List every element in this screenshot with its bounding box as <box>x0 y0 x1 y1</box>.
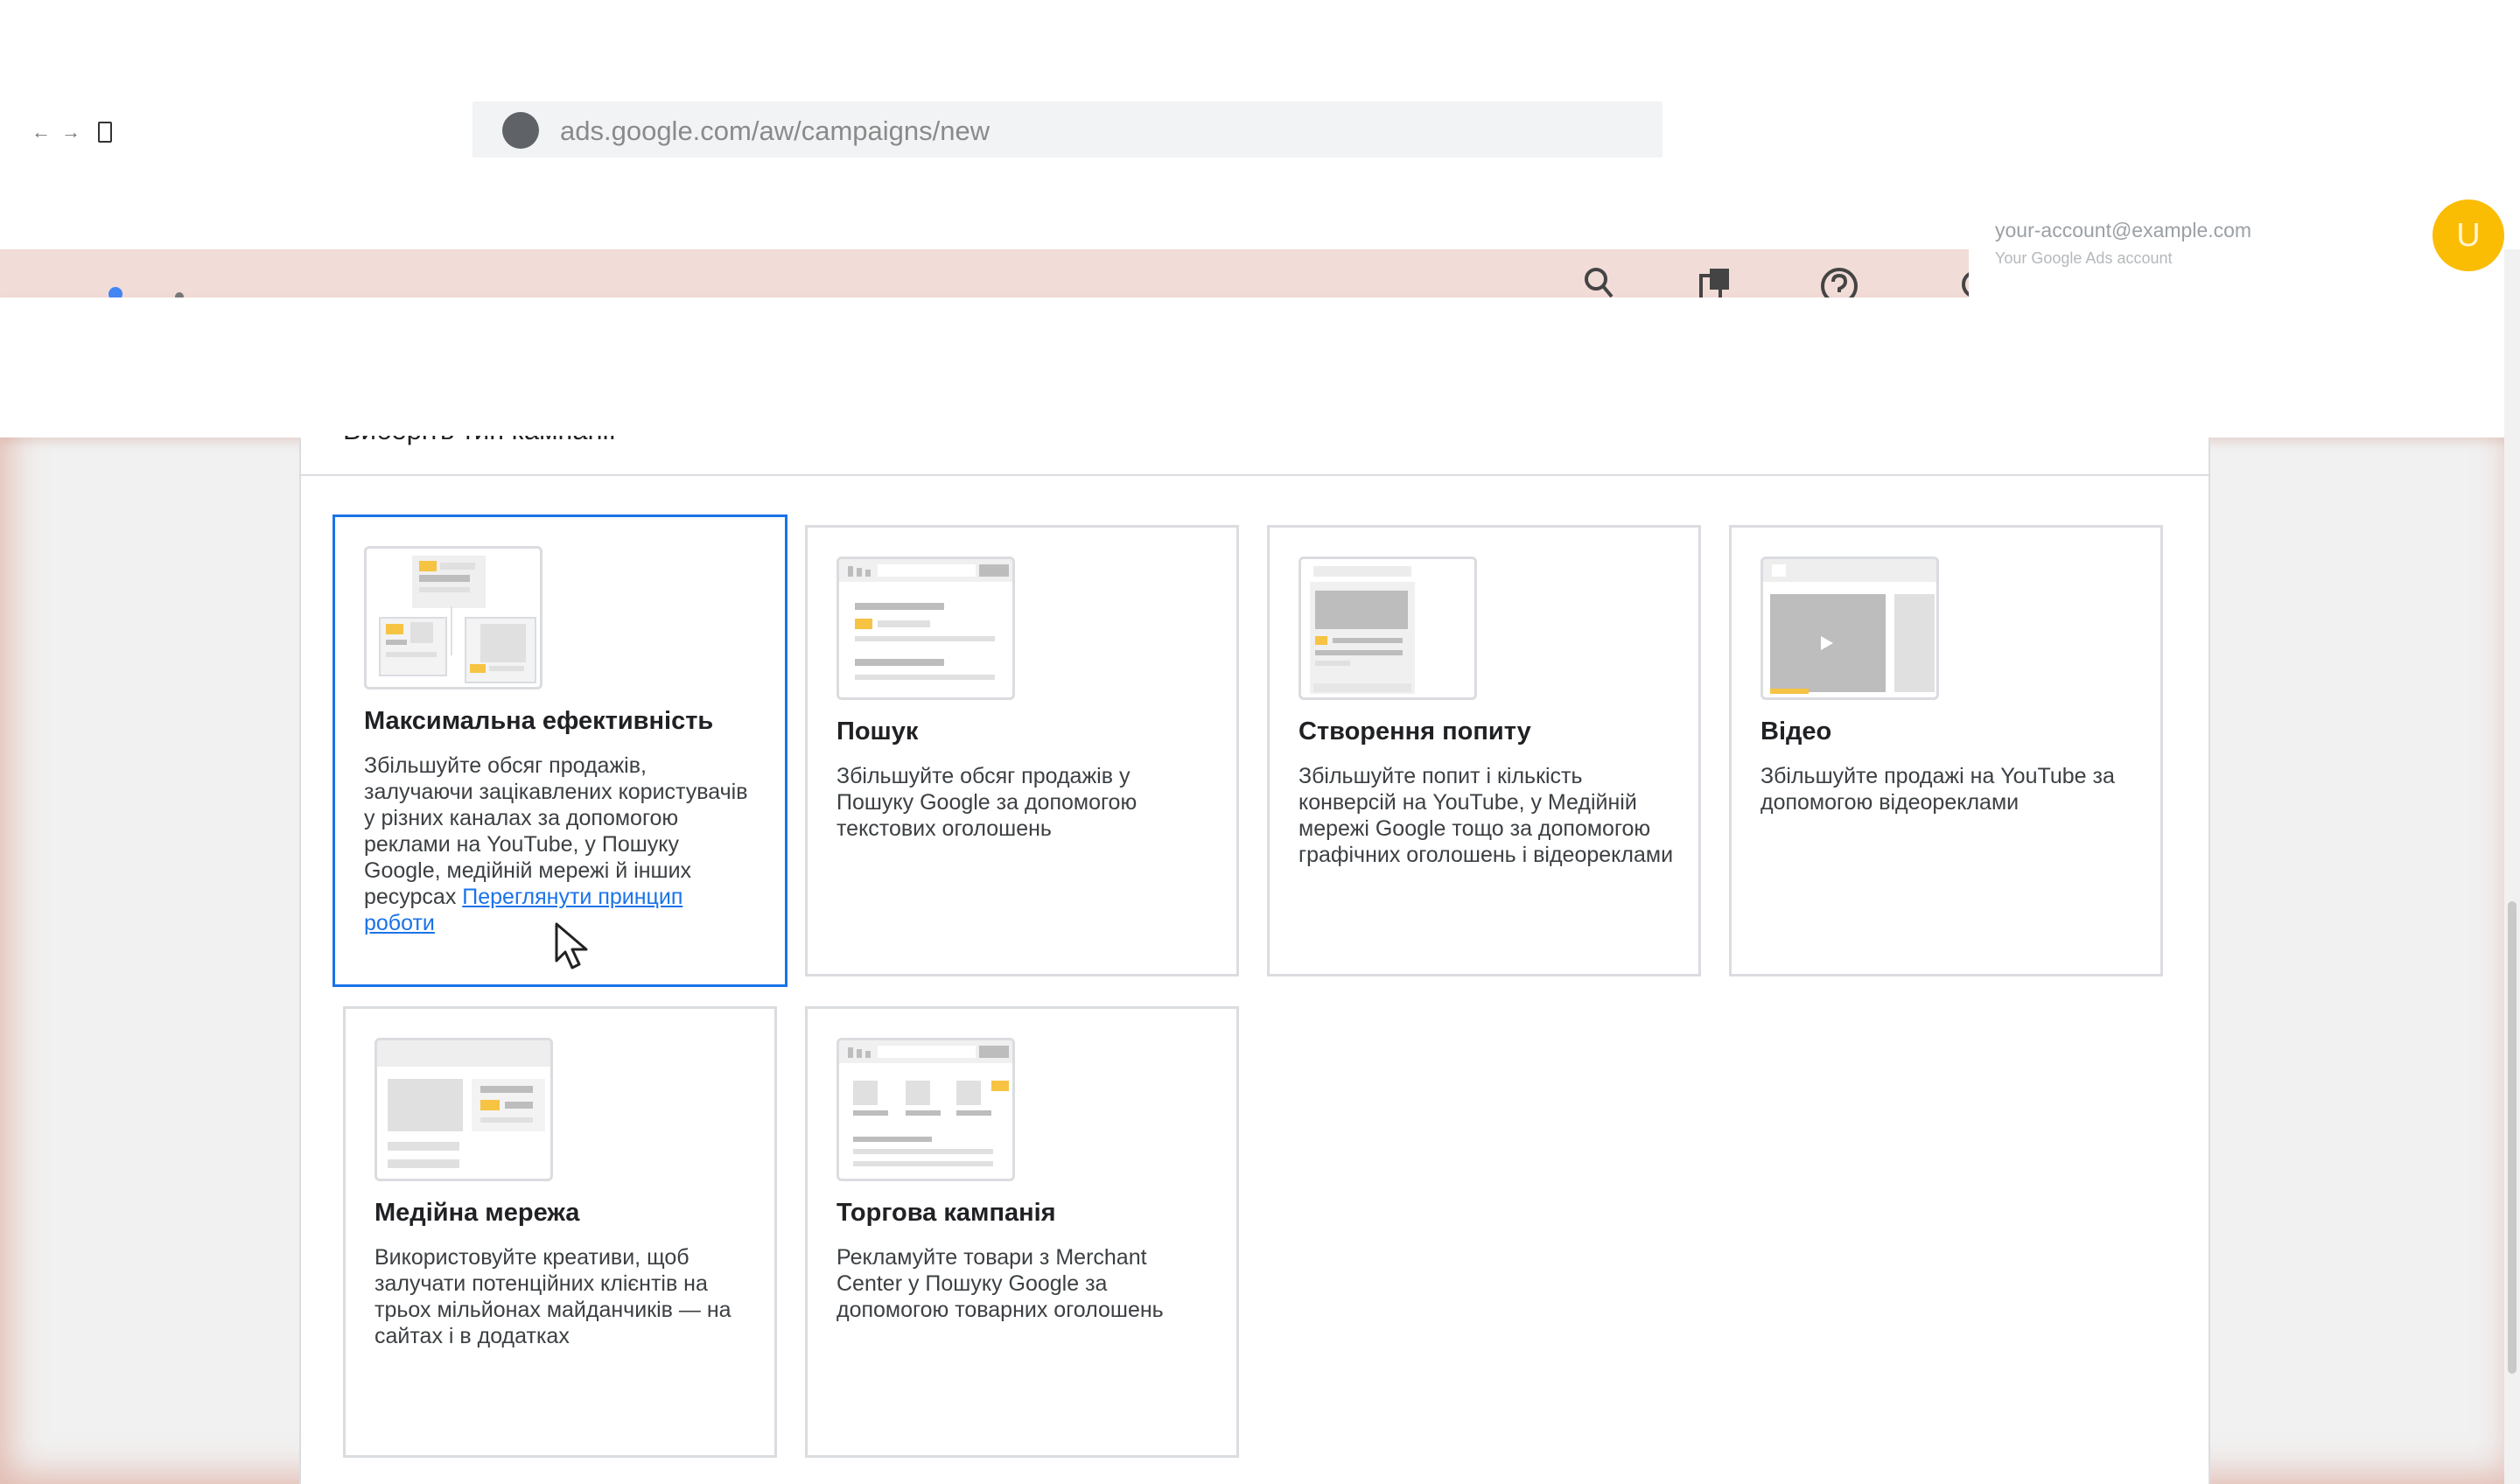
card-title: Медійна мережа <box>374 1199 580 1227</box>
card-description: Збільшуйте попит і кількість конверсій н… <box>1298 764 1674 867</box>
demand-gen-illustration <box>1298 556 1477 700</box>
address-bar[interactable]: ads.google.com/aw/campaigns/new <box>472 102 1662 158</box>
card-title: Відео <box>1760 718 1832 746</box>
card-description: Рекламуйте товари з Merchant Center у По… <box>836 1245 1164 1322</box>
search-illustration <box>836 556 1015 700</box>
account-subtitle: Your Google Ads account <box>1995 249 2173 267</box>
card-description: Збільшуйте обсяг продажів, залучаючи зац… <box>364 752 749 936</box>
card-title: Торгова кампанія <box>836 1199 1056 1227</box>
account-email: your-account@example.com <box>1995 219 2252 242</box>
avatar[interactable]: U <box>2432 200 2504 271</box>
video-illustration <box>1760 556 1939 700</box>
card-description: Збільшуйте обсяг продажів у Пошуку Googl… <box>836 764 1138 841</box>
performance-max-illustration <box>364 546 542 690</box>
browser-nav: ← → <box>32 121 112 144</box>
tab-icon[interactable] <box>98 122 112 143</box>
card-title: Пошук <box>836 718 919 746</box>
back-icon[interactable]: ← <box>32 121 51 144</box>
shopping-illustration <box>836 1038 1015 1181</box>
panel-divider <box>299 474 2208 476</box>
play-icon <box>1821 636 1833 650</box>
card-description: Використовуйте креативи, щоб залучати по… <box>374 1245 732 1348</box>
overlay-band-cover <box>0 298 2520 436</box>
display-illustration <box>374 1038 553 1181</box>
url-text[interactable]: ads.google.com/aw/campaigns/new <box>560 116 990 147</box>
site-info-icon[interactable] <box>502 112 539 149</box>
forward-icon[interactable]: → <box>61 121 80 144</box>
card-description: Збільшуйте продажі на YouTube за допомог… <box>1760 764 2115 815</box>
card-title: Створення попиту <box>1298 718 1531 746</box>
mouse-cursor-icon <box>555 922 588 970</box>
card-title: Максимальна ефективність <box>364 707 714 735</box>
scrollbar-thumb[interactable] <box>2508 901 2516 1374</box>
